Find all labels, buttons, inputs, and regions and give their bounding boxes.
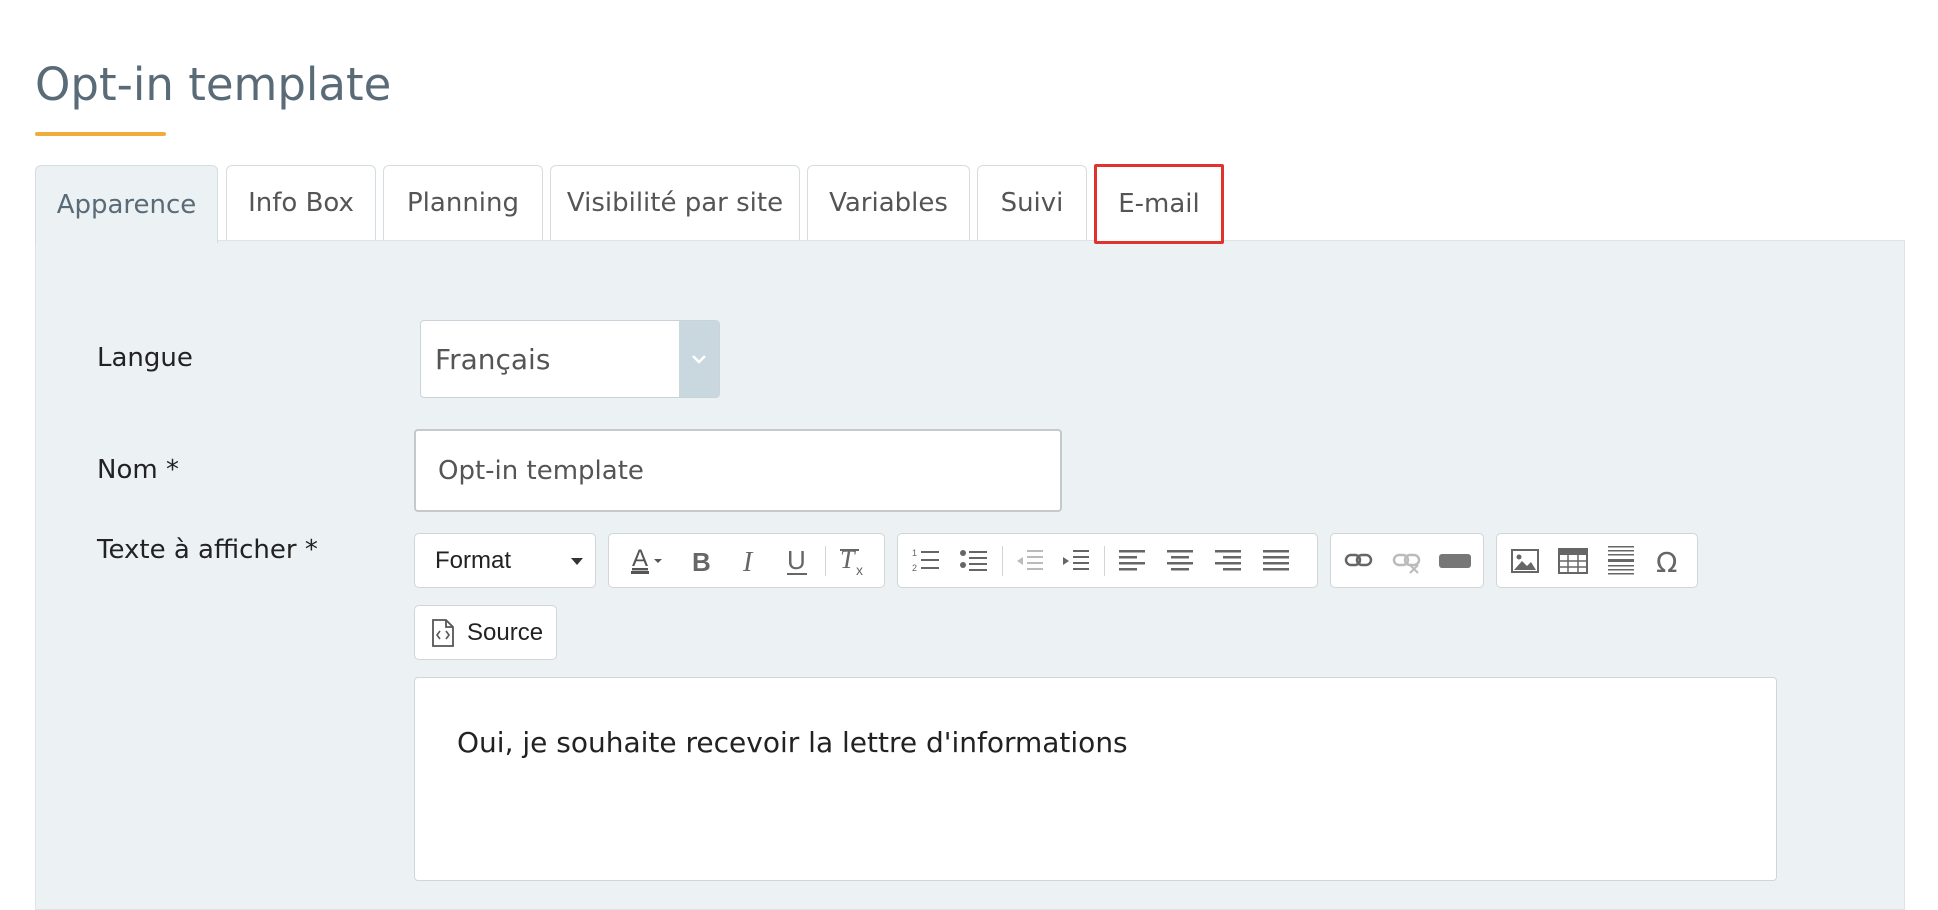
source-button[interactable]: Source (414, 605, 557, 660)
caret-down-icon (571, 558, 583, 565)
table-icon[interactable] (1555, 543, 1591, 579)
image-icon[interactable] (1507, 543, 1543, 579)
outdent-icon[interactable] (1012, 543, 1048, 579)
title-underline (35, 132, 166, 136)
tab-suivi[interactable]: Suivi (977, 165, 1087, 240)
underline-icon[interactable]: U (779, 543, 815, 579)
chevron-down-icon (679, 321, 719, 397)
format-dropdown[interactable]: Format (414, 533, 596, 588)
svg-text:U: U (787, 545, 806, 575)
unlink-icon[interactable] (1389, 543, 1425, 579)
editor-content[interactable]: Oui, je souhaite recevoir la lettre d'in… (457, 726, 1128, 759)
toolbar-insert: Ω (1496, 533, 1698, 588)
bold-icon[interactable]: B (683, 543, 719, 579)
tab-planning[interactable]: Planning (383, 165, 543, 240)
texte-label: Texte à afficher * (97, 535, 318, 565)
tab-apparence[interactable]: Apparence (35, 165, 218, 243)
toolbar-basic-styles: A B I U Tx (608, 533, 885, 588)
anchor-icon[interactable] (1437, 543, 1473, 579)
svg-text:Ω: Ω (1656, 546, 1677, 576)
nom-label: Nom * (97, 455, 179, 485)
svg-text:B: B (692, 547, 711, 576)
svg-text:A: A (632, 545, 648, 572)
langue-select[interactable]: Français (420, 320, 720, 398)
toolbar-separator (1104, 546, 1105, 576)
toolbar-links (1330, 533, 1484, 588)
page-title: Opt-in template (35, 58, 392, 111)
nom-input[interactable] (414, 429, 1062, 512)
rich-text-editor[interactable]: Oui, je souhaite recevoir la lettre d'in… (414, 677, 1777, 881)
toolbar-paragraph: 1 2 (897, 533, 1318, 588)
tab-visibilite-par-site[interactable]: Visibilité par site (550, 165, 800, 240)
svg-text:1: 1 (912, 548, 917, 558)
svg-text:x: x (856, 562, 863, 577)
special-char-icon[interactable]: Ω (1651, 543, 1687, 579)
tab-info-box[interactable]: Info Box (226, 165, 376, 240)
langue-select-value: Français (435, 343, 551, 376)
horizontal-rule-icon[interactable] (1603, 543, 1639, 579)
svg-text:2: 2 (912, 563, 917, 573)
toolbar-separator (825, 546, 826, 576)
remove-format-icon[interactable]: Tx (835, 543, 871, 579)
indent-icon[interactable] (1058, 543, 1094, 579)
source-code-icon (431, 619, 455, 647)
italic-icon[interactable]: I (731, 543, 767, 579)
numbered-list-icon[interactable]: 1 2 (908, 543, 944, 579)
align-center-icon[interactable] (1162, 543, 1198, 579)
tab-email[interactable]: E-mail (1094, 164, 1224, 244)
align-right-icon[interactable] (1210, 543, 1246, 579)
svg-text:I: I (742, 547, 754, 576)
source-label: Source (467, 619, 544, 646)
justify-icon[interactable] (1258, 543, 1294, 579)
bulleted-list-icon[interactable] (956, 543, 992, 579)
link-icon[interactable] (1341, 543, 1377, 579)
tab-variables[interactable]: Variables (807, 165, 970, 240)
langue-label: Langue (97, 343, 193, 373)
format-label: Format (435, 547, 512, 574)
toolbar-separator (1002, 546, 1003, 576)
text-color-icon[interactable]: A (617, 543, 667, 579)
align-left-icon[interactable] (1114, 543, 1150, 579)
